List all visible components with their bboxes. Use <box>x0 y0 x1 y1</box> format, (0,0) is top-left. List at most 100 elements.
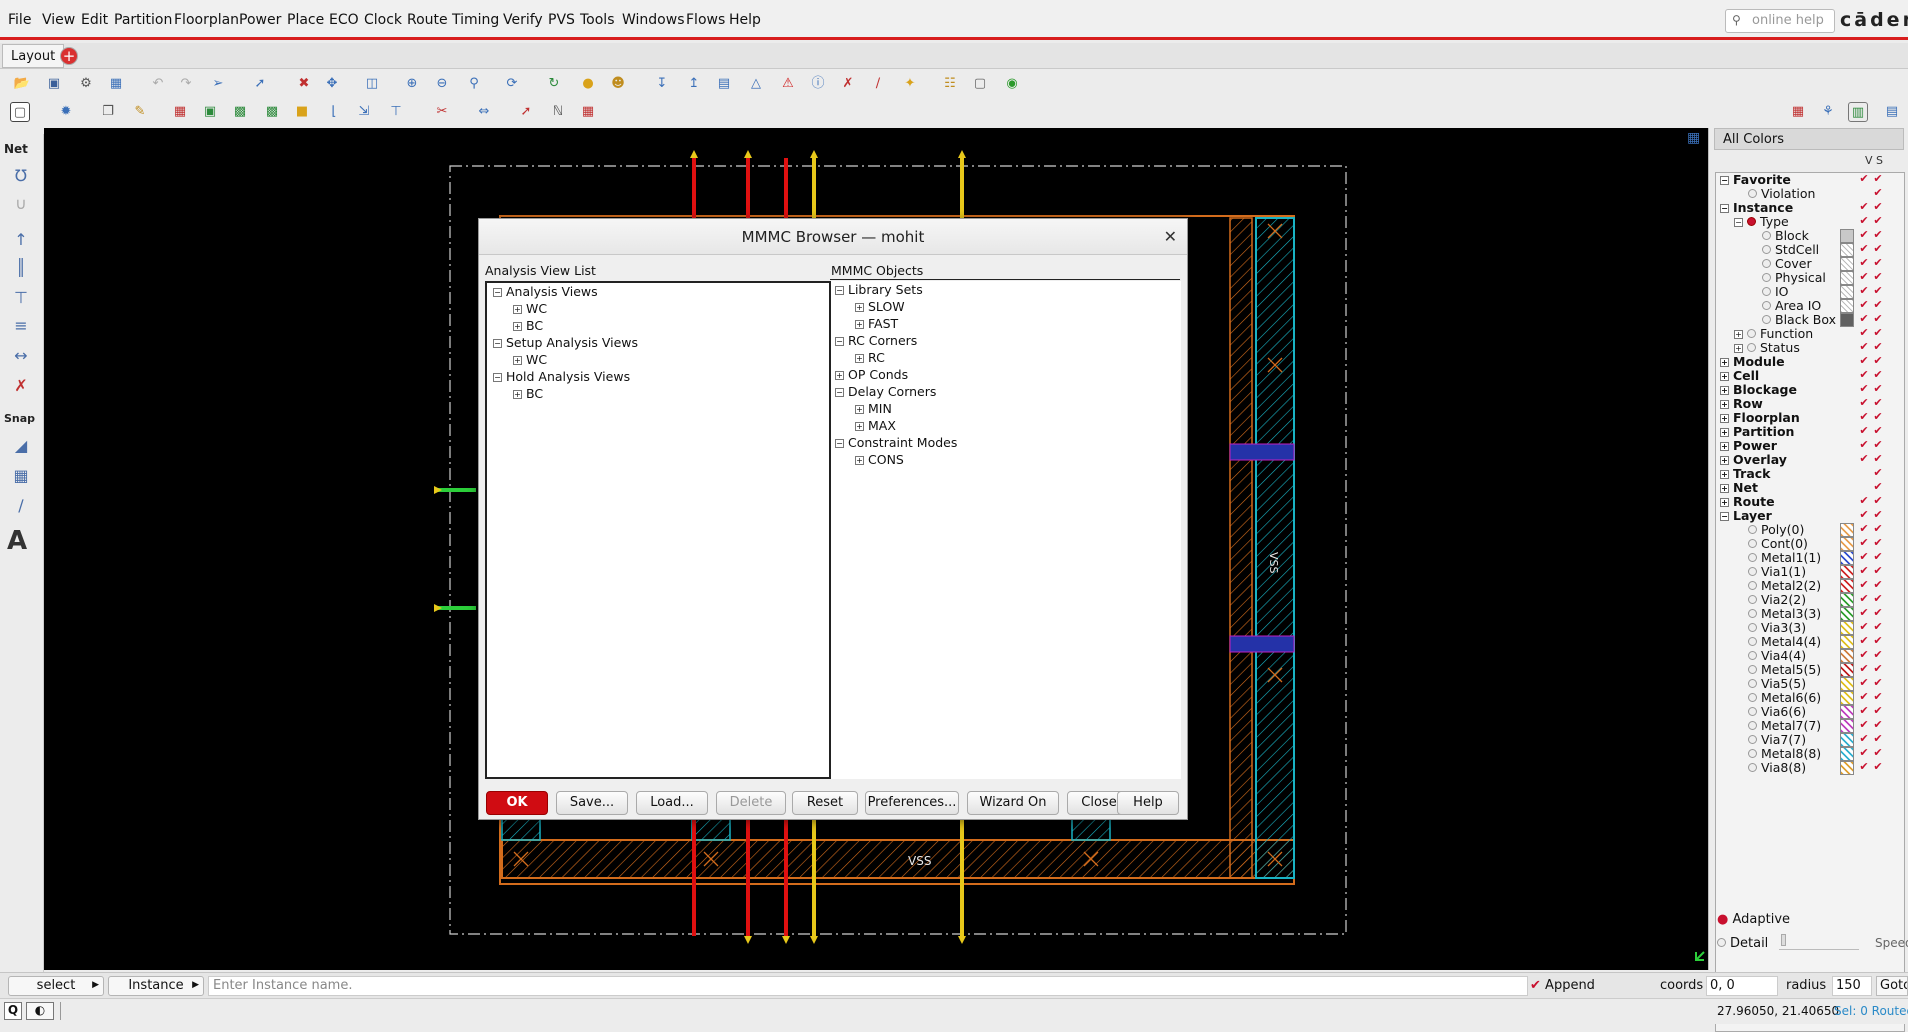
cut-icon[interactable]: ✂ <box>432 102 452 122</box>
floorplan-view-icon[interactable]: ▤ <box>714 74 734 94</box>
selectable-check[interactable]: ✔ <box>1872 355 1884 367</box>
selectable-check[interactable]: ✔ <box>1872 397 1884 409</box>
wizard-on-button[interactable]: Wizard On <box>967 791 1059 815</box>
layer-color-swatch[interactable] <box>1840 523 1854 537</box>
tree-item[interactable]: + OP Conds <box>835 366 908 383</box>
selectable-check[interactable]: ✔ <box>1872 607 1884 619</box>
copy-icon[interactable]: ❐ <box>98 102 118 122</box>
type-color-swatch[interactable] <box>1840 271 1854 285</box>
menu-view[interactable]: View <box>42 12 75 28</box>
adaptive-option[interactable]: ● Adaptive <box>1717 912 1790 927</box>
selectable-check[interactable]: ✔ <box>1872 187 1884 199</box>
menu-pvs[interactable]: PVS <box>548 12 575 28</box>
measure-icon[interactable]: ∕ <box>868 74 888 94</box>
settings-icon[interactable]: ⚙ <box>76 74 96 94</box>
tree-item[interactable]: + MAX <box>855 417 896 434</box>
goto-button[interactable]: Goto <box>1876 976 1908 996</box>
visible-check[interactable]: ✔ <box>1858 607 1870 619</box>
layer-color-swatch[interactable] <box>1840 733 1854 747</box>
physical-view-icon[interactable]: ▥ <box>1848 102 1868 122</box>
visible-check[interactable]: ✔ <box>1858 173 1870 185</box>
selectable-check[interactable]: ✔ <box>1872 411 1884 423</box>
recorder-icon[interactable]: ◐ <box>26 1002 54 1020</box>
ok-button[interactable]: OK <box>486 791 548 815</box>
visible-check[interactable]: ✔ <box>1858 733 1870 745</box>
visible-check[interactable]: ✔ <box>1858 411 1870 423</box>
zoom-area-icon[interactable]: ⚲ <box>464 74 484 94</box>
vertical-wire-icon[interactable]: ║ <box>6 256 36 280</box>
tree-item[interactable]: + FAST <box>855 315 898 332</box>
tree-item[interactable]: − Library Sets <box>835 281 923 298</box>
menu-place[interactable]: Place <box>287 12 324 28</box>
reset-button[interactable]: Reset <box>792 791 858 815</box>
visible-check[interactable]: ✔ <box>1858 285 1870 297</box>
selectable-check[interactable]: ✔ <box>1872 341 1884 353</box>
visible-check[interactable]: ✔ <box>1858 215 1870 227</box>
visible-check[interactable]: ✔ <box>1858 663 1870 675</box>
hierarchy-icon[interactable]: △ <box>746 74 766 94</box>
push-icon[interactable]: ↧ <box>652 74 672 94</box>
via-icon[interactable]: ↑ <box>6 228 36 252</box>
type-color-swatch[interactable] <box>1840 229 1854 243</box>
menu-windows[interactable]: Windows <box>622 12 685 28</box>
selectable-check[interactable]: ✔ <box>1872 327 1884 339</box>
selectable-check[interactable]: ✔ <box>1872 229 1884 241</box>
menu-floorplan[interactable]: Floorplan <box>174 12 239 28</box>
route-edit-icon[interactable]: ⇲ <box>354 102 374 122</box>
selectable-check[interactable]: ✔ <box>1872 523 1884 535</box>
visible-check[interactable]: ✔ <box>1858 593 1870 605</box>
tree-item[interactable]: − Hold Analysis Views <box>493 368 630 385</box>
tree-item[interactable]: − Analysis Views <box>493 283 598 300</box>
trim-icon[interactable]: ⊤ <box>6 286 36 310</box>
blockage-icon[interactable]: ■ <box>292 102 312 122</box>
save-icon[interactable]: ▣ <box>44 74 64 94</box>
selectable-check[interactable]: ✔ <box>1872 761 1884 773</box>
visible-check[interactable]: ✔ <box>1858 299 1870 311</box>
preferences-button[interactable]: Preferences... <box>865 791 959 815</box>
line-tool-icon[interactable]: ∕ <box>6 494 36 518</box>
layer-tree-item[interactable]: Via8(8) <box>1748 759 1806 776</box>
selectable-check[interactable]: ✔ <box>1872 747 1884 759</box>
violation-icon[interactable]: ⚠ <box>778 74 798 94</box>
close-icon[interactable]: ✕ <box>1164 227 1177 246</box>
zoom-out-icon[interactable]: ⊖ <box>432 74 452 94</box>
type-color-swatch[interactable] <box>1840 285 1854 299</box>
help-button[interactable]: Help <box>1117 791 1179 815</box>
gear-tool-icon[interactable]: ✹ <box>56 102 76 122</box>
visible-check[interactable]: ✔ <box>1858 369 1870 381</box>
tree-item[interactable]: − RC Corners <box>835 332 917 349</box>
zoom-prev-icon[interactable]: ⟳ <box>502 74 522 94</box>
menu-partition[interactable]: Partition <box>114 12 172 28</box>
split-icon[interactable]: ∪ <box>6 192 36 216</box>
mode-select[interactable]: select ▶ <box>8 976 104 996</box>
selectable-check[interactable]: ✔ <box>1872 719 1884 731</box>
save-button[interactable]: Save... <box>556 791 628 815</box>
more-view-icon[interactable]: ▤ <box>1882 102 1902 122</box>
info-icon[interactable]: ⓘ <box>808 74 828 94</box>
menu-route[interactable]: Route <box>407 12 448 28</box>
layer-color-swatch[interactable] <box>1840 607 1854 621</box>
selectable-check[interactable]: ✔ <box>1872 495 1884 507</box>
refresh-icon[interactable]: ● <box>578 74 598 94</box>
mmmc-objects-tree[interactable]: − Library Sets + SLOW + FAST − RC Corners + R… <box>831 281 1181 779</box>
align-icon[interactable]: ⊤ <box>386 102 406 122</box>
layer-color-swatch[interactable] <box>1840 705 1854 719</box>
visible-check[interactable]: ✔ <box>1858 229 1870 241</box>
selectable-check[interactable]: ✔ <box>1872 257 1884 269</box>
all-colors-button[interactable]: All Colors <box>1714 128 1904 150</box>
speed-slider[interactable] <box>1779 934 1859 950</box>
stretch-icon[interactable]: ⇔ <box>474 102 494 122</box>
zoom-in-icon[interactable]: ⊕ <box>402 74 422 94</box>
run-icon[interactable]: ◉ <box>1002 74 1022 94</box>
tree-item[interactable]: − Constraint Modes <box>835 434 957 451</box>
layer-color-swatch[interactable] <box>1840 649 1854 663</box>
visible-check[interactable]: ✔ <box>1858 719 1870 731</box>
selectable-check[interactable]: ✔ <box>1872 677 1884 689</box>
selectable-check[interactable]: ✔ <box>1872 579 1884 591</box>
selectable-check[interactable]: ✔ <box>1872 453 1884 465</box>
cut-wire-icon[interactable]: ✗ <box>6 374 36 398</box>
layer-color-swatch[interactable] <box>1840 747 1854 761</box>
menu-tools[interactable]: Tools <box>580 12 615 28</box>
tab-layout[interactable]: Layout <box>2 44 65 68</box>
menu-eco[interactable]: ECO <box>329 12 359 28</box>
